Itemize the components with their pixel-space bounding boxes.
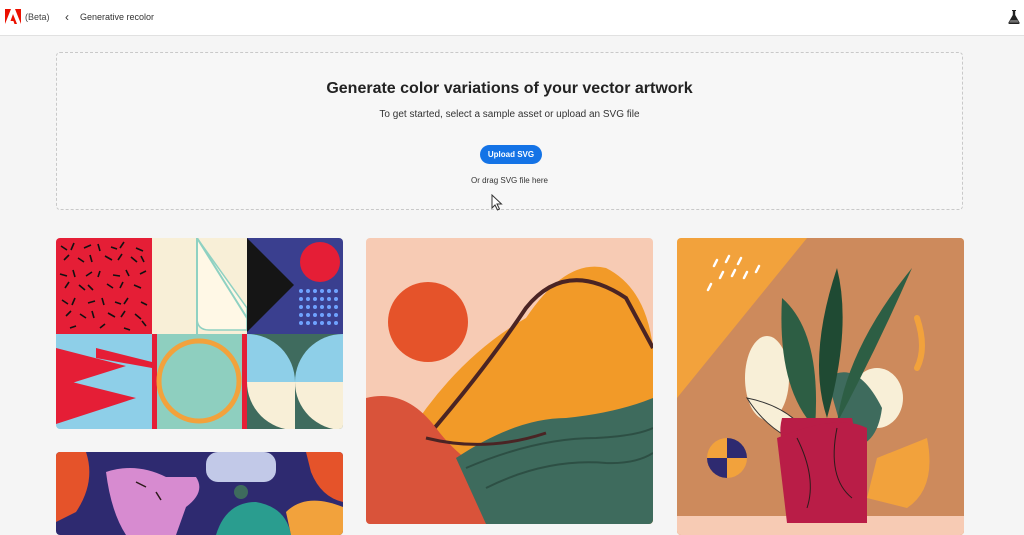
top-bar: (Beta) ‹ Generative recolor bbox=[0, 0, 1024, 36]
back-button[interactable]: ‹ bbox=[61, 9, 73, 25]
sample-artwork-figures bbox=[56, 452, 343, 535]
drag-hint: Or drag SVG file here bbox=[471, 176, 548, 185]
dropzone-title: Generate color variations of your vector… bbox=[326, 80, 693, 97]
sample-card-landscape[interactable] bbox=[366, 238, 653, 524]
sample-card-plant[interactable] bbox=[677, 238, 964, 535]
mouse-pointer-icon bbox=[491, 194, 503, 211]
beta-label: (Beta) bbox=[25, 12, 50, 22]
chevron-left-icon: ‹ bbox=[65, 10, 69, 24]
breadcrumb: Generative recolor bbox=[80, 12, 155, 22]
sample-artwork-plant bbox=[677, 238, 964, 535]
upload-dropzone[interactable]: Generate color variations of your vector… bbox=[56, 52, 963, 210]
adobe-logo[interactable] bbox=[5, 9, 21, 24]
sample-card-geometric[interactable] bbox=[56, 238, 343, 429]
flask-icon[interactable] bbox=[1008, 10, 1020, 24]
dropzone-subtitle: To get started, select a sample asset or… bbox=[379, 109, 640, 120]
sample-artwork-landscape bbox=[366, 238, 653, 524]
upload-svg-button[interactable]: Upload SVG bbox=[480, 145, 542, 164]
sample-artwork-geometric bbox=[56, 238, 343, 429]
sample-card-figures[interactable] bbox=[56, 452, 343, 535]
